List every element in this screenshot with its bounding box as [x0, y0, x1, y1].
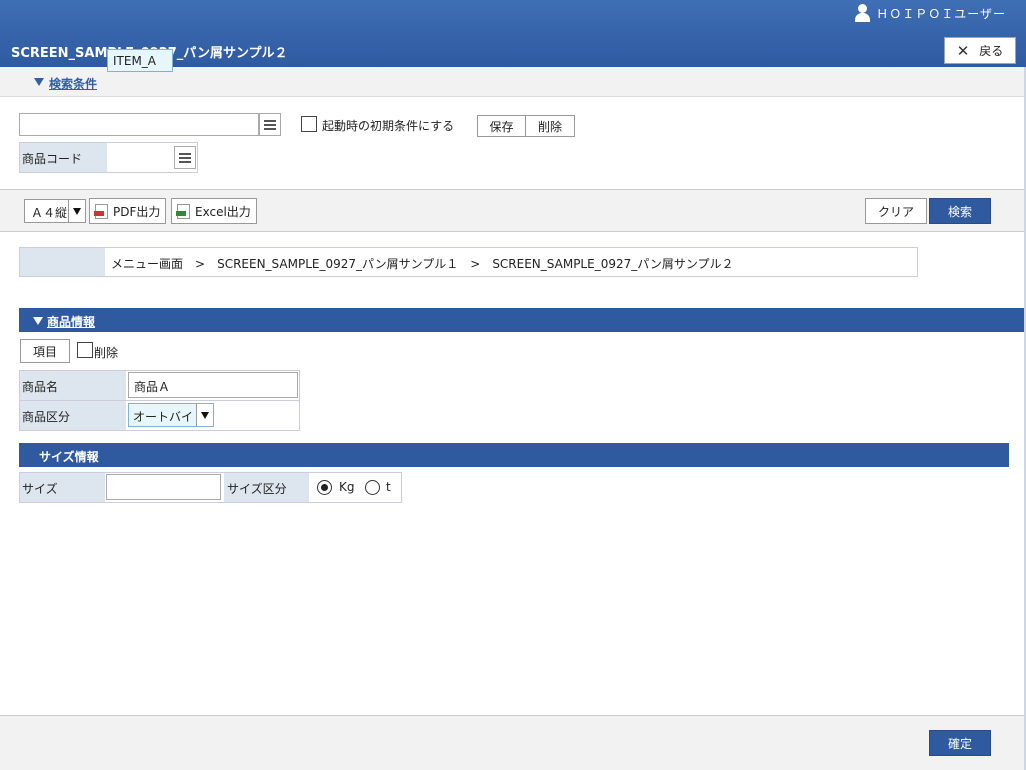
- saved-condition-input[interactable]: [19, 113, 259, 136]
- list-icon: [179, 152, 191, 155]
- product-name-label: 商品名: [20, 371, 126, 400]
- radio-t-label: t: [386, 480, 391, 494]
- list-icon: [264, 119, 276, 122]
- product-kubun-label: 商品区分: [20, 401, 126, 430]
- delete-checkbox[interactable]: [77, 342, 93, 358]
- radio-t[interactable]: [365, 480, 380, 495]
- item-button[interactable]: 項目: [20, 339, 70, 363]
- breadcrumb-label-cell: [20, 248, 105, 276]
- breadcrumb-separator: >: [470, 257, 481, 271]
- size-info-header: サイズ情報: [19, 443, 1009, 467]
- breadcrumb-item[interactable]: SCREEN_SAMPLE_0927_パン屑サンプル１: [217, 257, 458, 271]
- product-name-input[interactable]: 商品Ａ: [128, 372, 298, 398]
- initial-condition-label: 起動時の初期条件にする: [322, 119, 455, 133]
- delete-condition-button[interactable]: 削除: [525, 115, 575, 137]
- product-code-list-button[interactable]: [174, 146, 196, 169]
- radio-kg[interactable]: [317, 480, 332, 495]
- paper-size-value: Ａ４縦: [31, 206, 68, 220]
- breadcrumb-separator: >: [195, 257, 206, 271]
- delete-checkbox-label: 削除: [94, 346, 119, 360]
- product-code-label: 商品コード: [20, 143, 107, 172]
- back-label: 戻る: [979, 44, 1004, 58]
- condition-list-button[interactable]: [259, 113, 281, 136]
- close-icon: ✕: [956, 41, 970, 60]
- product-code-input[interactable]: ITEM_A: [107, 49, 173, 72]
- save-condition-button[interactable]: 保存: [477, 115, 526, 137]
- breadcrumb: メニュー画面 > SCREEN_SAMPLE_0927_パン屑サンプル１ > SCREE…: [19, 247, 918, 277]
- search-button[interactable]: 検索: [929, 198, 991, 224]
- size-info-label: サイズ情報: [39, 450, 99, 464]
- product-kubun-value: オートバイ: [133, 410, 194, 424]
- excel-file-icon: [176, 203, 190, 219]
- product-code-row: 商品コード: [19, 142, 198, 173]
- footer-bar: 確定: [0, 715, 1026, 770]
- clear-button[interactable]: クリア: [865, 198, 927, 224]
- collapse-triangle-icon: [34, 78, 44, 86]
- excel-export-button[interactable]: Excel出力: [171, 198, 257, 224]
- confirm-button[interactable]: 確定: [929, 730, 991, 756]
- action-toolbar: Ａ４縦 PDF出力 Excel出力 クリア 検索: [0, 189, 1026, 232]
- size-kubun-label: サイズ区分: [224, 473, 309, 502]
- collapse-triangle-icon: [33, 317, 43, 325]
- paper-size-select[interactable]: Ａ４縦: [24, 199, 86, 223]
- user-name: ＨＯＩＰＯＩユーザー: [876, 6, 1006, 21]
- user-info: ＨＯＩＰＯＩユーザー: [854, 4, 1006, 22]
- pdf-export-button[interactable]: PDF出力: [89, 198, 167, 224]
- size-input[interactable]: [106, 474, 221, 500]
- product-info-label[interactable]: 商品情報: [47, 313, 95, 330]
- product-kubun-select[interactable]: オートバイ: [128, 403, 214, 427]
- back-button[interactable]: ✕ 戻る: [944, 37, 1016, 64]
- pdf-export-label: PDF出力: [113, 204, 161, 219]
- dropdown-arrow-icon: [68, 200, 85, 222]
- product-info-header[interactable]: 商品情報: [19, 308, 1026, 332]
- breadcrumb-item-current: SCREEN_SAMPLE_0927_パン屑サンプル２: [492, 257, 734, 271]
- user-icon: [854, 4, 871, 22]
- pdf-file-icon: [94, 203, 108, 219]
- size-label: サイズ: [20, 473, 105, 502]
- excel-export-label: Excel出力: [195, 204, 251, 219]
- dropdown-arrow-icon: [196, 404, 213, 426]
- breadcrumb-trail: メニュー画面 > SCREEN_SAMPLE_0927_パン屑サンプル１ > SCREE…: [111, 255, 733, 272]
- breadcrumb-item[interactable]: メニュー画面: [111, 257, 183, 271]
- search-conditions-panel: 起動時の初期条件にする 保存 削除 商品コード: [0, 97, 1026, 189]
- radio-kg-label: Kg: [339, 480, 355, 494]
- search-conditions-label[interactable]: 検索条件: [49, 75, 97, 92]
- initial-condition-checkbox[interactable]: [301, 116, 317, 132]
